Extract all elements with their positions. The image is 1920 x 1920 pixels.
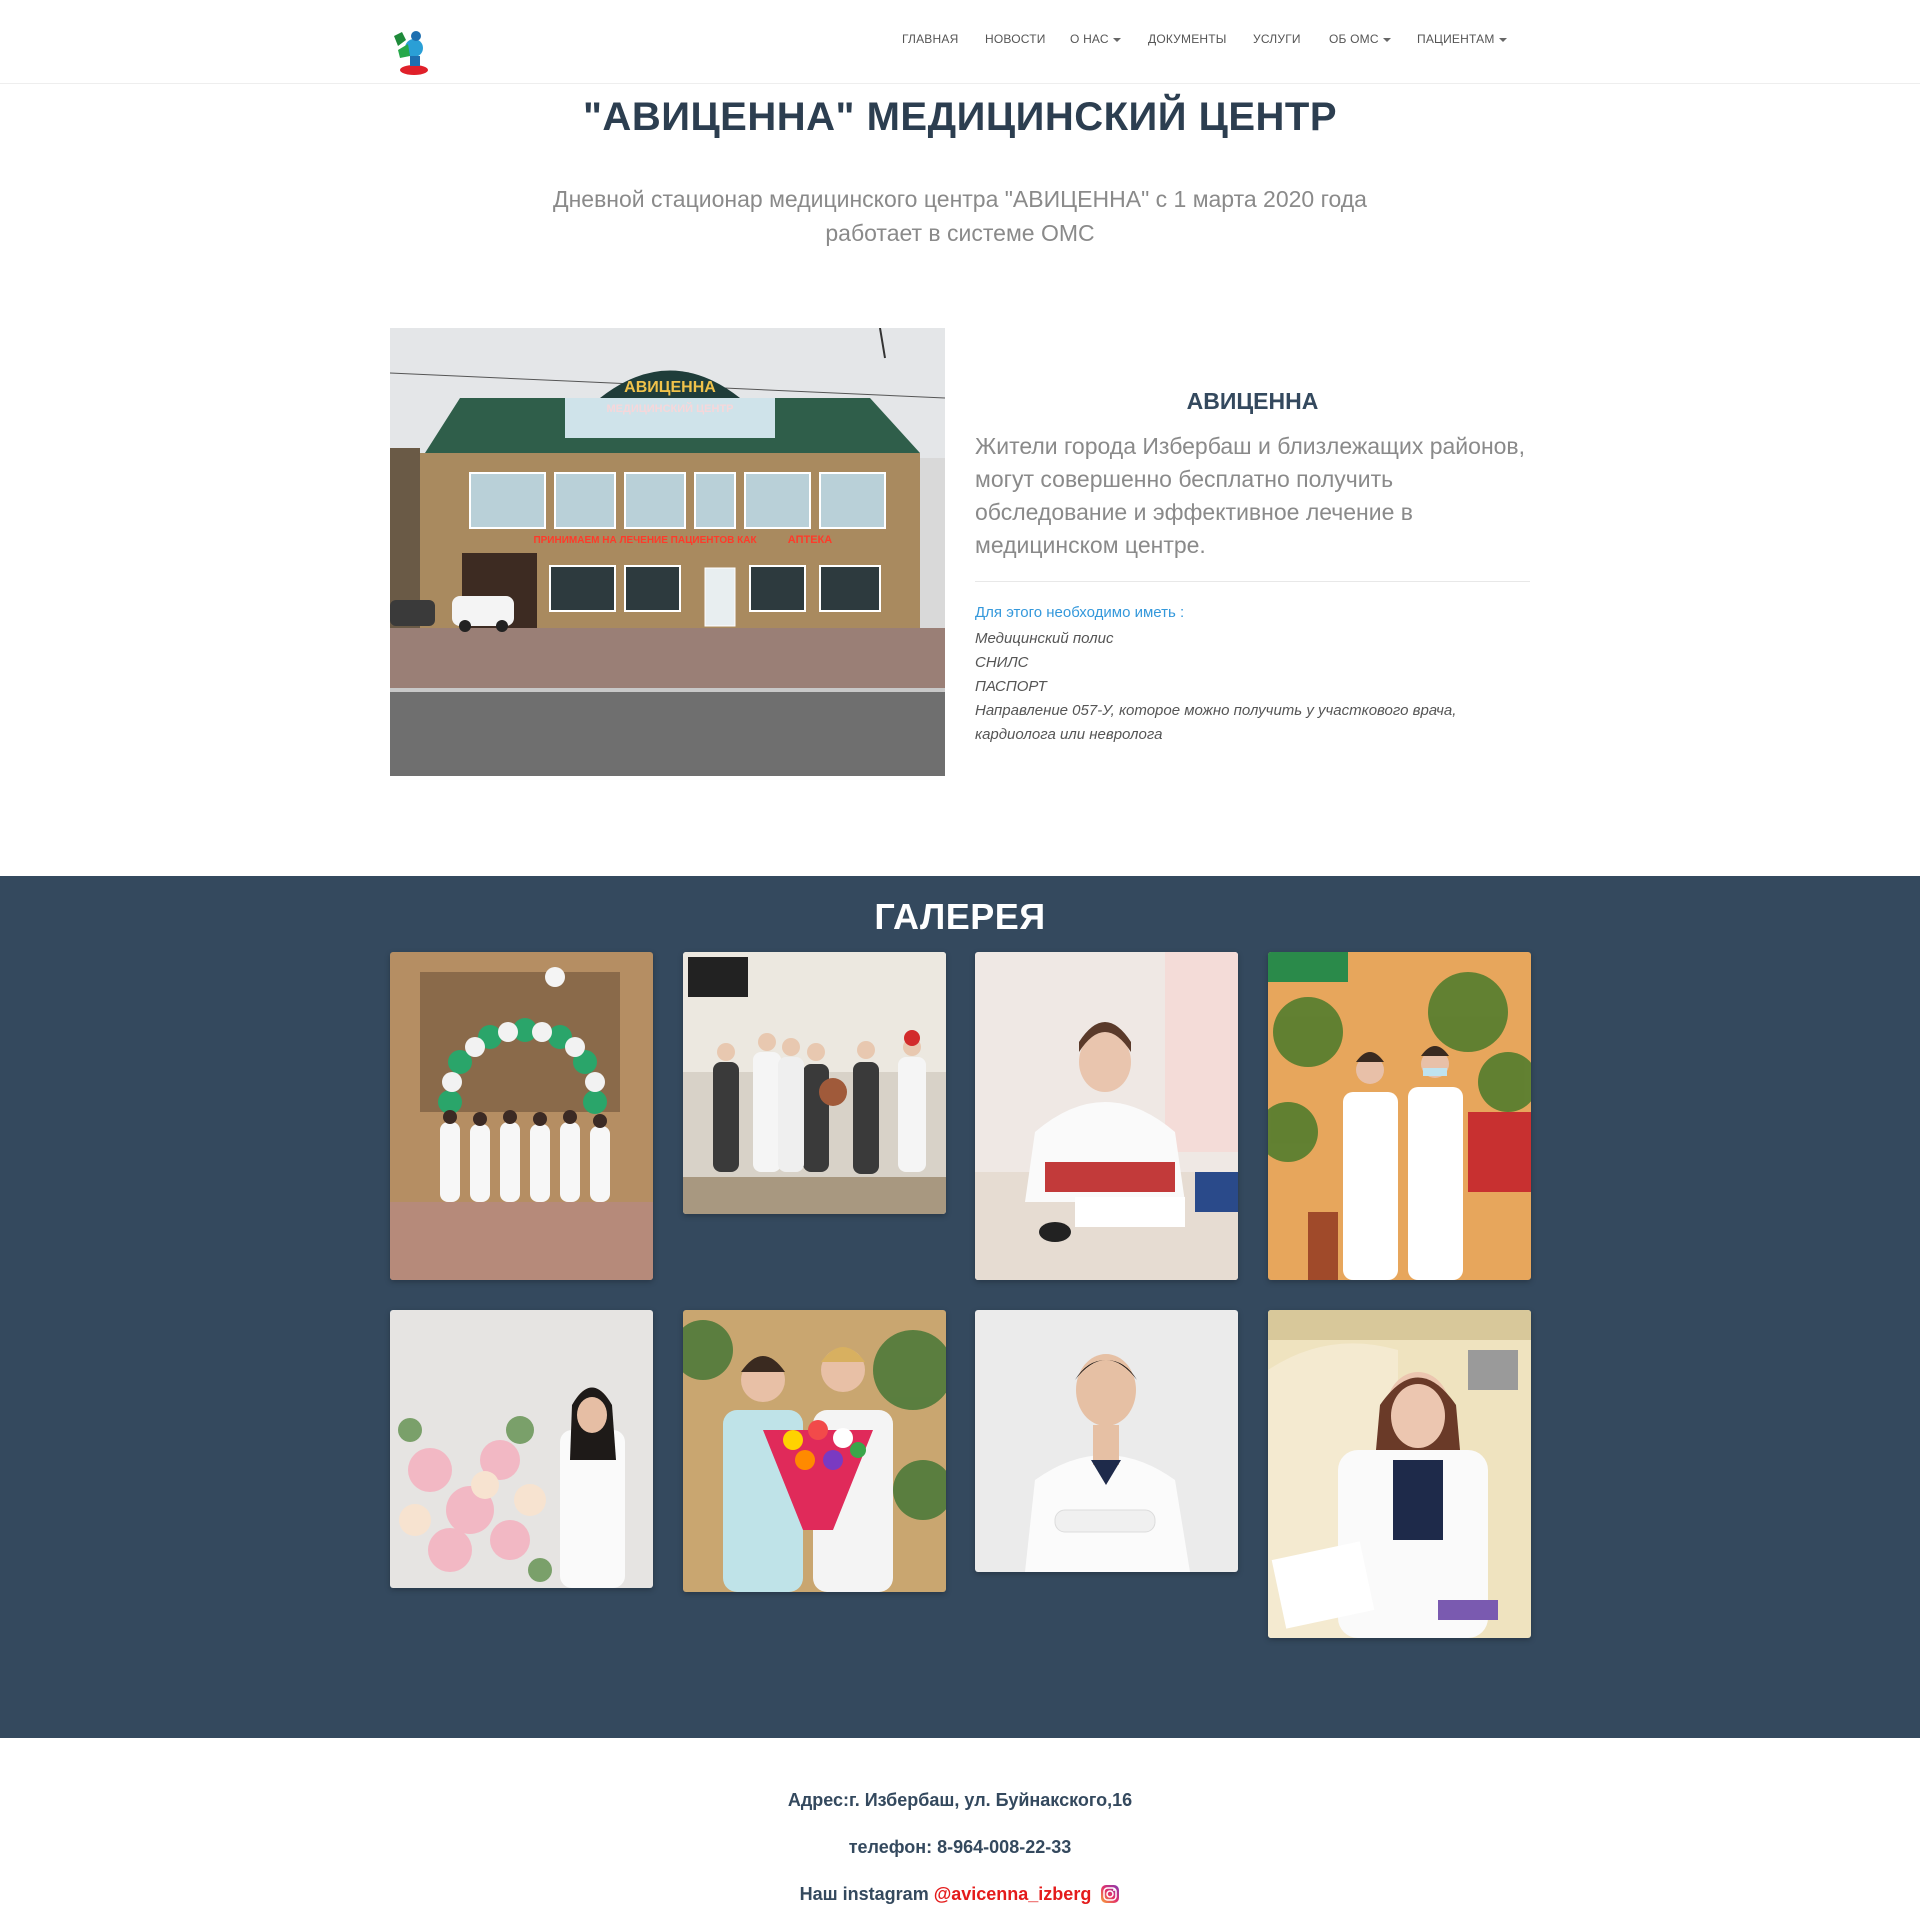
hero-subtitle: Дневной стационар медицинского центра "А…: [553, 186, 1367, 246]
gallery-photo-team[interactable]: [683, 952, 946, 1214]
building-photo: АВИЦЕННА МЕДИЦИНСКИЙ ЦЕНТР ПРИНИМАЕМ НА …: [390, 328, 945, 776]
divider: [975, 581, 1530, 582]
chevron-down-icon: [1498, 37, 1507, 42]
building-sign-bottom: МЕДИЦИНСКИЙ ЦЕНТР: [606, 402, 733, 415]
chevron-down-icon: [1112, 37, 1121, 42]
requirements-list: Медицинский полис СНИЛС ПАСПОРТ Направле…: [975, 627, 1530, 747]
nav-item-news[interactable]: НОВОСТИ: [985, 32, 1046, 46]
gallery-photo-doctor-desk[interactable]: [975, 952, 1238, 1280]
instagram-icon[interactable]: [1100, 1884, 1120, 1904]
gallery-photo-male-doctor[interactable]: [975, 1310, 1238, 1572]
page-title: "АВИЦЕННА" МЕДИЦИНСКИЙ ЦЕНТР: [582, 95, 1338, 139]
instagram-link[interactable]: @avicenna_izberg: [934, 1884, 1092, 1904]
gallery-photo-reception[interactable]: [1268, 1310, 1531, 1638]
requirements-heading: Для этого необходимо иметь :: [975, 604, 1185, 621]
requirement-item: Медицинский полис: [975, 630, 1114, 647]
requirement-item: ПАСПОРТ: [975, 678, 1047, 695]
nav-item-about[interactable]: О НАС: [1070, 32, 1121, 46]
chevron-down-icon: [1382, 37, 1391, 42]
about-text: Жители города Избербаш и близлежащих рай…: [975, 433, 1526, 558]
building-pharmacy-sign: АПТЕКА: [788, 534, 832, 546]
nav-item-patients[interactable]: ПАЦИЕНТАМ: [1417, 32, 1507, 46]
gallery-photo-two-doctors[interactable]: [1268, 952, 1531, 1280]
gallery-section: ГАЛЕРЕЯ: [0, 876, 1920, 1738]
nav-item-services[interactable]: УСЛУГИ: [1253, 32, 1301, 46]
instagram-label: Наш instagram: [799, 1884, 934, 1904]
requirement-item: Направление 057-У, которое можно получит…: [975, 702, 1457, 743]
requirement-item: СНИЛС: [975, 654, 1029, 671]
gallery-title: ГАЛЕРЕЯ: [874, 896, 1046, 937]
footer-phone: телефон: 8-964-008-22-33: [848, 1837, 1072, 1857]
about-title: АВИЦЕННА: [1186, 388, 1319, 414]
nav-item-home[interactable]: ГЛАВНАЯ: [902, 32, 958, 46]
logo[interactable]: [388, 26, 434, 76]
nav-item-documents[interactable]: ДОКУМЕНТЫ: [1148, 32, 1227, 46]
gallery-photo-opening[interactable]: [390, 952, 653, 1280]
navbar: ГЛАВНАЯ НОВОСТИ О НАС ДОКУМЕНТЫ УСЛУГИ О…: [0, 0, 1920, 84]
building-sign-top: АВИЦЕННА: [624, 379, 716, 396]
gallery-photo-bouquet[interactable]: [683, 1310, 946, 1592]
footer-instagram: Наш instagram @avicenna_izberg: [0, 1884, 1920, 1905]
footer-address: Адрес:г. Избербаш, ул. Буйнакского,16: [787, 1790, 1133, 1810]
nav-item-oms[interactable]: ОБ ОМС: [1329, 32, 1391, 46]
building-banner: ПРИНИМАЕМ НА ЛЕЧЕНИЕ ПАЦИЕНТОВ КАК: [533, 535, 757, 546]
gallery-photo-flowers-doctor[interactable]: [390, 1310, 653, 1588]
